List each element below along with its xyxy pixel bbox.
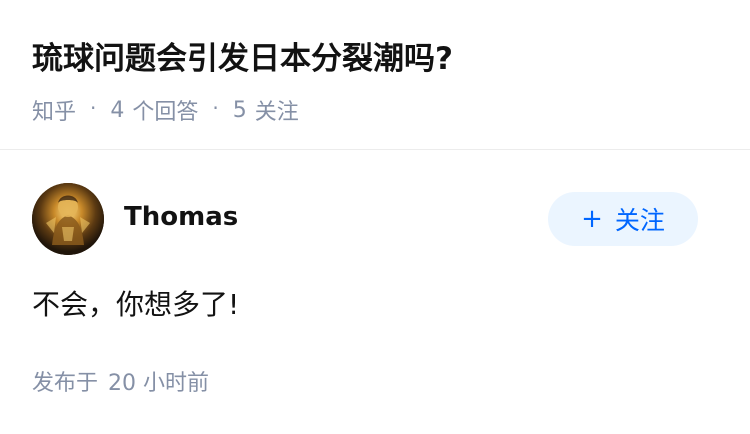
golden-figure-avatar-icon <box>32 183 104 255</box>
publish-time: 20 小时前 <box>108 371 210 396</box>
plus-icon: + <box>581 204 603 234</box>
author-name[interactable]: Thomas <box>124 200 238 234</box>
meta-separator: · <box>212 96 219 120</box>
question-meta: 知乎 · 4 个回答 · 5 关注 <box>32 94 299 126</box>
follow-button-label: 关注 <box>614 206 665 235</box>
answer-content[interactable]: 不会，你想多了! <box>32 285 239 325</box>
follower-count-label: 关注 <box>254 100 299 125</box>
meta-separator: · <box>90 96 97 120</box>
question-title[interactable]: 琉球问题会引发日本分裂潮吗? <box>32 37 453 81</box>
question-header: 琉球问题会引发日本分裂潮吗? 知乎 · 4 个回答 · 5 关注 <box>0 0 750 150</box>
follow-button[interactable]: + 关注 <box>548 192 698 246</box>
publish-prefix: 发布于 <box>32 371 99 396</box>
answer-count-label: 个回答 <box>132 100 199 125</box>
answer-count: 4 <box>110 97 125 123</box>
answer-meta: 发布于 20 小时前 <box>32 368 209 400</box>
answer-card: Thomas + 关注 不会，你想多了! 发布于 20 小时前 <box>0 150 750 434</box>
source-label[interactable]: 知乎 <box>32 94 76 126</box>
follower-count: 5 <box>232 97 247 123</box>
avatar[interactable] <box>32 183 104 255</box>
